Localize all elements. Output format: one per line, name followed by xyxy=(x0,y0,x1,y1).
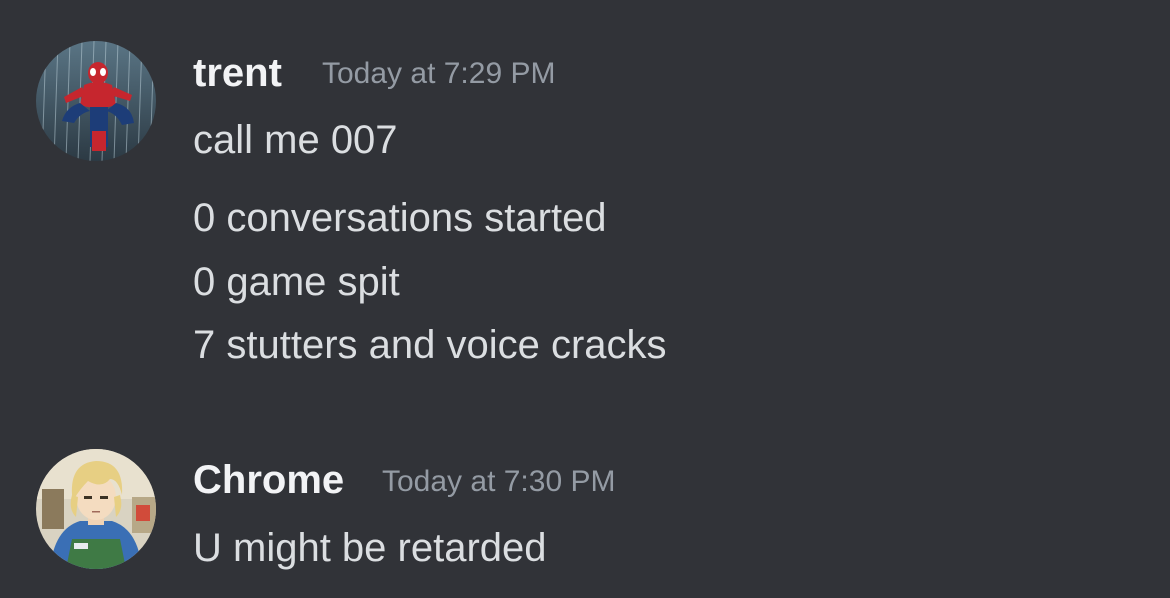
spider-man-avatar-icon xyxy=(36,41,156,161)
message-text: 7 stutters and voice cracks xyxy=(193,323,667,367)
message-text: U might be retarded xyxy=(193,526,547,570)
anime-character-avatar-icon xyxy=(36,449,156,569)
message-timestamp: Today at 7:30 PM xyxy=(382,465,616,498)
username[interactable]: Chrome xyxy=(193,460,344,500)
user-avatar[interactable] xyxy=(36,449,156,569)
user-avatar[interactable] xyxy=(36,41,156,161)
message-timestamp: Today at 7:29 PM xyxy=(322,57,556,90)
chat-message-list: trent Today at 7:29 PM call me 007 0 con… xyxy=(0,0,1170,598)
username[interactable]: trent xyxy=(193,53,282,93)
message-text: call me 007 xyxy=(193,118,398,162)
message-text: 0 conversations started xyxy=(193,196,607,240)
message-text: 0 game spit xyxy=(193,260,400,304)
